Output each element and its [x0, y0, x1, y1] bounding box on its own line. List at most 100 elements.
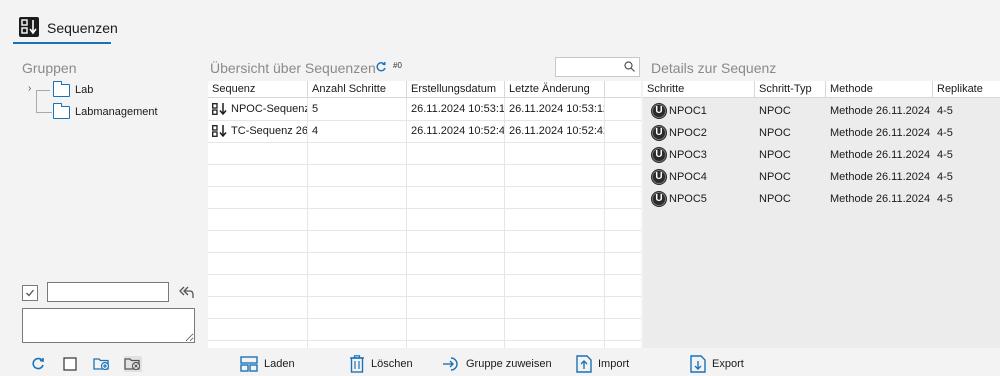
- column-header[interactable]: Replikate: [933, 81, 1000, 98]
- chevron-right-icon[interactable]: ›: [28, 83, 31, 94]
- group-description-field[interactable]: [22, 308, 195, 343]
- step-type-icon: U: [651, 147, 667, 164]
- tree-line: [36, 90, 50, 91]
- method-cell: Methode 26.11.2024 ...: [830, 105, 933, 117]
- steps-cell: 5: [312, 103, 319, 115]
- created-cell: 26.11.2024 10:53:12: [411, 103, 504, 115]
- step-type-cell: NPOC: [759, 149, 791, 161]
- step-type-icon: U: [651, 169, 667, 186]
- import-label: Import: [598, 358, 630, 370]
- step-cell: U NPOC2: [647, 122, 755, 144]
- step-type-cell: NPOC: [759, 171, 791, 183]
- tree-item-label: Lab: [75, 84, 94, 96]
- add-folder-icon[interactable]: [93, 356, 111, 372]
- details-heading: Details zur Sequenz: [651, 60, 777, 76]
- grid-line: [208, 252, 641, 253]
- step-cell: U NPOC4: [647, 166, 755, 188]
- step-cell: U NPOC1: [647, 100, 755, 122]
- overview-refresh-icon[interactable]: [375, 61, 387, 73]
- tree-line: [36, 90, 37, 112]
- remove-folder-icon[interactable]: [124, 356, 142, 372]
- table-header: Sequenz Anzahl Schritte Erstellungsdatum…: [208, 81, 641, 98]
- filter-checkbox[interactable]: [22, 285, 38, 301]
- export-icon: [690, 355, 706, 373]
- export-button[interactable]: Export: [690, 354, 744, 374]
- column-header[interactable]: Sequenz: [208, 81, 308, 98]
- column-header[interactable]: Methode: [826, 81, 933, 98]
- step-type-cell: NPOC: [759, 105, 791, 117]
- replicates-cell: 4-5: [937, 105, 953, 117]
- checkmark-icon: [26, 289, 35, 297]
- import-button[interactable]: Import: [576, 354, 629, 374]
- folder-icon: [52, 80, 70, 97]
- export-label: Export: [712, 358, 744, 370]
- trash-icon: [350, 355, 364, 373]
- step-name: NPOC5: [669, 193, 707, 205]
- replicates-cell: 4-5: [937, 171, 953, 183]
- tab-active-indicator: [13, 42, 111, 44]
- sequence-icon: [212, 125, 227, 138]
- step-name: NPOC2: [669, 127, 707, 139]
- load-label: Laden: [264, 358, 295, 370]
- sequence-table: Sequenz Anzahl Schritte Erstellungsdatum…: [208, 81, 641, 348]
- step-name: NPOC4: [669, 171, 707, 183]
- sequences-window: Sequenzen Gruppen › Lab Labmanagement Üb…: [0, 0, 1000, 376]
- load-button[interactable]: Laden: [240, 354, 295, 374]
- grid-line: [208, 186, 641, 187]
- step-name: NPOC3: [669, 149, 707, 161]
- step-type-icon: U: [651, 103, 667, 120]
- assign-group-label: Gruppe zuweisen: [466, 358, 552, 370]
- search-icon: [624, 61, 635, 72]
- grid-line: [208, 142, 641, 143]
- delete-label: Löschen: [371, 358, 413, 370]
- sequence-count: #0: [393, 61, 402, 70]
- step-cell: U NPOC5: [647, 188, 755, 210]
- sequence-name-cell: TC-Sequenz 26....: [208, 120, 307, 142]
- created-cell: 26.11.2024 10:52:42: [411, 125, 504, 137]
- sequence-name: NPOC-Sequenz...: [231, 103, 307, 115]
- overview-heading: Übersicht über Sequenzen: [210, 60, 376, 76]
- sequence-name: TC-Sequenz 26....: [231, 125, 307, 137]
- sequence-icon: [19, 17, 39, 37]
- import-icon: [576, 355, 592, 373]
- replicates-cell: 4-5: [937, 127, 953, 139]
- replicates-cell: 4-5: [937, 149, 953, 161]
- tree-item-label: Labmanagement: [75, 106, 158, 118]
- assign-group-button[interactable]: Gruppe zuweisen: [442, 354, 552, 374]
- tab-sequences[interactable]: Sequenzen: [13, 12, 118, 46]
- tree-line: [36, 112, 52, 113]
- assign-group-icon: [443, 357, 458, 371]
- modified-cell: 26.11.2024 10:53:12: [509, 103, 604, 115]
- step-cell: U NPOC3: [647, 144, 755, 166]
- refresh-icon[interactable]: [30, 356, 48, 372]
- sequence-name-cell: NPOC-Sequenz...: [208, 98, 307, 120]
- method-cell: Methode 26.11.2024 ...: [830, 149, 933, 161]
- column-header[interactable]: Letzte Änderung: [505, 81, 605, 98]
- steps-cell: 4: [312, 125, 319, 137]
- group-filter-input[interactable]: [47, 282, 169, 302]
- column-header[interactable]: Schritt-Typ: [755, 81, 826, 98]
- undo-icon[interactable]: [177, 283, 195, 301]
- checkbox-icon[interactable]: [62, 356, 80, 372]
- method-cell: Methode 26.11.2024 ...: [830, 193, 933, 205]
- grid-line: [208, 318, 641, 319]
- step-name: NPOC1: [669, 105, 707, 117]
- load-icon: [240, 356, 258, 372]
- tree-item-labmanagement[interactable]: Labmanagement: [52, 102, 158, 121]
- sequence-icon: [212, 103, 227, 116]
- column-header[interactable]: Anzahl Schritte: [308, 81, 407, 98]
- grid-line: [208, 230, 641, 231]
- column-header[interactable]: Schritte: [643, 81, 755, 98]
- tab-label: Sequenzen: [47, 20, 118, 36]
- tree-item-lab[interactable]: Lab: [52, 80, 94, 99]
- groups-heading: Gruppen: [22, 60, 77, 76]
- step-type-icon: U: [651, 125, 667, 142]
- column-header[interactable]: Erstellungsdatum: [407, 81, 505, 98]
- delete-button[interactable]: Löschen: [349, 354, 413, 374]
- modified-cell: 26.11.2024 10:52:42: [509, 125, 604, 137]
- method-cell: Methode 26.11.2024 ...: [830, 127, 933, 139]
- search-input[interactable]: [555, 57, 640, 77]
- grid-line: [208, 340, 641, 341]
- table-header: Schritte Schritt-Typ Methode Replikate: [643, 81, 1000, 98]
- grid-line: [208, 296, 641, 297]
